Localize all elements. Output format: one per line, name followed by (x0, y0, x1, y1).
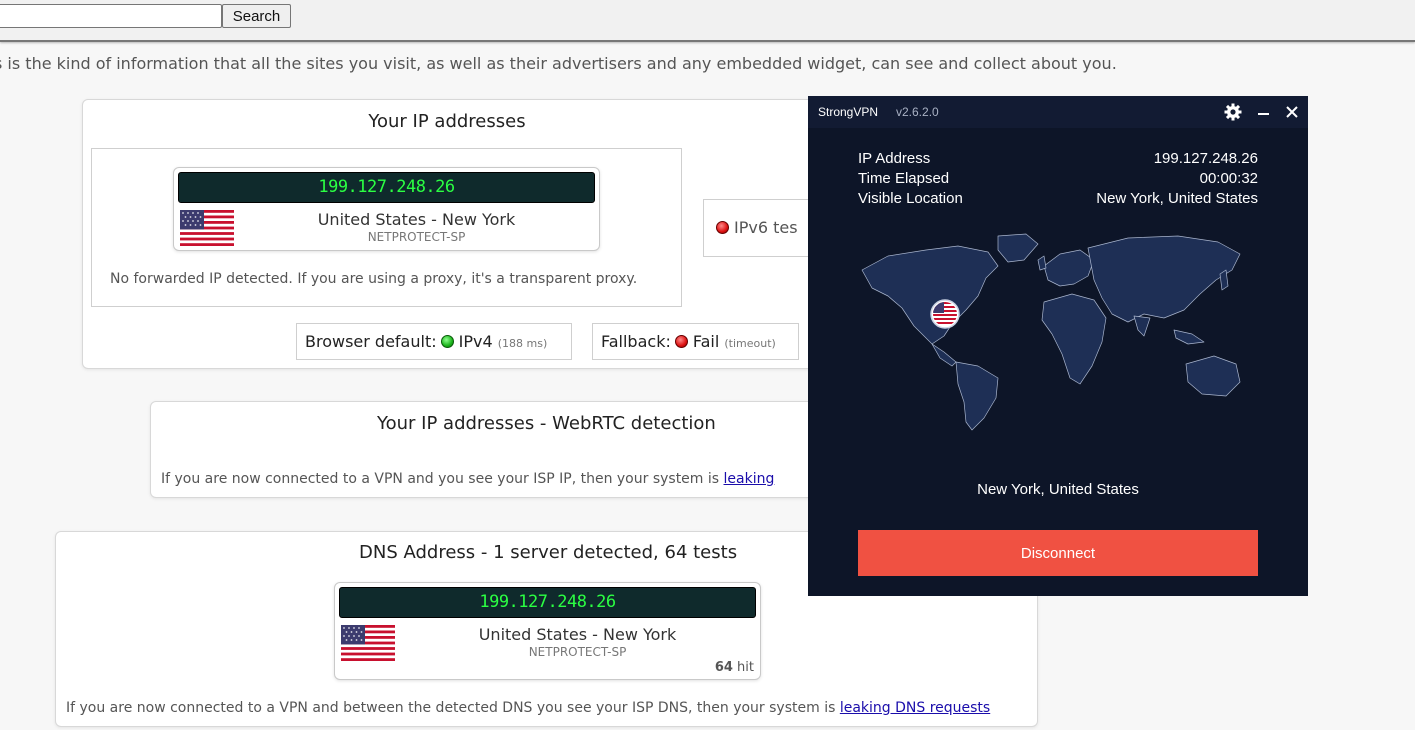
fallback-box: Fallback: Fail (timeout) (592, 323, 799, 360)
vpn-version: v2.6.2.0 (896, 105, 939, 119)
browser-default-label: Browser default: (305, 332, 437, 351)
ip-addresses-card: Your IP addresses 199.127.248.26 United … (82, 99, 823, 369)
dns-ip-display: 199.127.248.26 (339, 587, 756, 618)
top-search-bar: Search (0, 0, 1415, 42)
ip-location: United States - New York (317, 210, 516, 229)
intro-text: s is the kind of information that all th… (0, 54, 1117, 73)
gear-icon[interactable] (1223, 102, 1243, 122)
vpn-connected-location: New York, United States (977, 481, 1139, 498)
leaking-link[interactable]: leaking (724, 471, 775, 487)
dns-ip-card: 199.127.248.26 United States - New York (334, 582, 761, 680)
ip-detail-box: 199.127.248.26 United States - New York … (91, 148, 682, 307)
vpn-row-value: New York, United States (1096, 190, 1258, 207)
fallback-label: Fallback: (601, 332, 671, 351)
webrtc-card: Your IP addresses - WebRTC detection If … (150, 401, 822, 498)
world-map (848, 226, 1268, 436)
browser-default-box: Browser default: IPv4 (188 ms) (296, 323, 572, 360)
browser-default-time: (188 ms) (497, 337, 548, 350)
dns-hits: 64 hit (715, 660, 754, 675)
dns-hits-count: 64 (714, 660, 733, 675)
dns-isp: NETPROTECT-SP (528, 645, 627, 659)
vpn-row-key: Visible Location (858, 190, 963, 207)
ip-card-title: Your IP addresses (368, 111, 526, 132)
us-flag-icon (180, 210, 234, 246)
webrtc-note-text: If you are now connected to a VPN and yo… (161, 471, 724, 487)
strongvpn-window: StrongVPN v2.6.2.0 IP Address 199.127.24… (808, 96, 1308, 596)
fallback-status-dot-icon (674, 335, 688, 348)
browser-default-value: IPv4 (458, 332, 493, 351)
dns-location: United States - New York (478, 625, 677, 644)
search-button[interactable]: Search (222, 4, 291, 28)
ipv4-status-dot-icon (440, 335, 454, 348)
dns-note: If you are now connected to a VPN and be… (66, 700, 990, 716)
fallback-note: (timeout) (724, 337, 776, 350)
ip-isp: NETPROTECT-SP (367, 230, 466, 244)
vpn-row-time: Time Elapsed 00:00:32 (858, 170, 1258, 190)
vpn-app-name: StrongVPN (818, 105, 879, 119)
ip-card: 199.127.248.26 United States - New York … (173, 167, 600, 251)
vpn-row-location: Visible Location New York, United States (858, 190, 1258, 210)
webrtc-card-title: Your IP addresses - WebRTC detection (377, 413, 716, 434)
ip-display: 199.127.248.26 (178, 172, 595, 203)
fallback-value: Fail (692, 332, 720, 351)
vpn-row-value: 00:00:32 (1199, 170, 1258, 187)
location-marker-icon (930, 299, 960, 329)
disconnect-button[interactable]: Disconnect (858, 530, 1258, 576)
vpn-row-value: 199.127.248.26 (1153, 150, 1258, 167)
us-flag-icon (341, 625, 395, 661)
close-icon[interactable] (1282, 102, 1302, 122)
vpn-titlebar[interactable]: StrongVPN v2.6.2.0 (808, 96, 1308, 128)
ipv6-test-box: IPv6 tes (703, 199, 823, 257)
ipv6-label: IPv6 tes (734, 218, 798, 237)
ipv6-status-dot-icon (716, 221, 729, 234)
vpn-row-ip: IP Address 199.127.248.26 (858, 150, 1258, 170)
webrtc-note: If you are now connected to a VPN and yo… (161, 471, 774, 487)
leaking-dns-link[interactable]: leaking DNS requests (840, 700, 990, 716)
vpn-row-key: Time Elapsed (858, 170, 950, 187)
forward-note: No forwarded IP detected. If you are usi… (110, 271, 638, 287)
search-input[interactable] (0, 4, 222, 28)
vpn-row-key: IP Address (858, 150, 931, 167)
dns-hits-label: hit (737, 660, 754, 675)
dns-note-text: If you are now connected to a VPN and be… (66, 700, 840, 716)
minimize-icon[interactable] (1254, 102, 1274, 122)
